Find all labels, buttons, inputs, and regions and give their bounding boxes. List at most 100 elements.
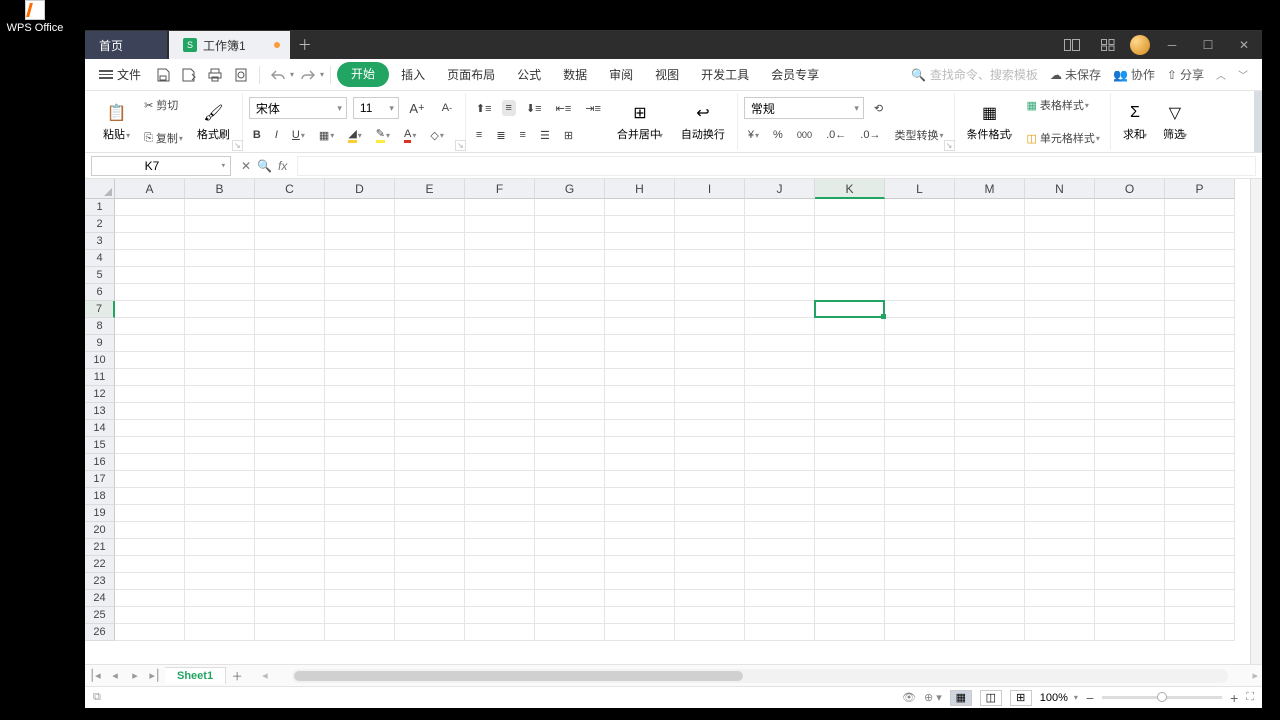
cell-B21[interactable] <box>185 539 255 556</box>
cell-J2[interactable] <box>745 216 815 233</box>
zoom-slider[interactable] <box>1102 696 1222 699</box>
cell-M15[interactable] <box>955 437 1025 454</box>
cell-A2[interactable] <box>115 216 185 233</box>
border-button[interactable]: ▦▾ <box>315 127 338 144</box>
cell-L17[interactable] <box>885 471 955 488</box>
cell-F18[interactable] <box>465 488 535 505</box>
cell-L15[interactable] <box>885 437 955 454</box>
cell-M8[interactable] <box>955 318 1025 335</box>
cell-C11[interactable] <box>255 369 325 386</box>
cell-D26[interactable] <box>325 624 395 641</box>
row-header-21[interactable]: 21 <box>85 539 115 556</box>
cell-D3[interactable] <box>325 233 395 250</box>
cell-E14[interactable] <box>395 420 465 437</box>
user-avatar[interactable] <box>1130 35 1150 55</box>
row-header-2[interactable]: 2 <box>85 216 115 233</box>
italic-button[interactable]: I <box>271 127 282 143</box>
row-header-14[interactable]: 14 <box>85 420 115 437</box>
cell-N2[interactable] <box>1025 216 1095 233</box>
tab-home[interactable]: 首页 <box>85 31 167 59</box>
cell-D14[interactable] <box>325 420 395 437</box>
col-header-E[interactable]: E <box>395 179 465 199</box>
menu-item-0[interactable]: 开始 <box>337 62 389 87</box>
font-size-select[interactable]: 11 <box>353 97 399 119</box>
cell-D23[interactable] <box>325 573 395 590</box>
cell-L10[interactable] <box>885 352 955 369</box>
cell-G16[interactable] <box>535 454 605 471</box>
cell-D22[interactable] <box>325 556 395 573</box>
col-header-O[interactable]: O <box>1095 179 1165 199</box>
cell-P3[interactable] <box>1165 233 1235 250</box>
font-color-button[interactable]: A▾ <box>400 126 420 145</box>
cell-B11[interactable] <box>185 369 255 386</box>
cell-D6[interactable] <box>325 284 395 301</box>
minimize-button[interactable]: ─ <box>1158 31 1186 59</box>
cell-M13[interactable] <box>955 403 1025 420</box>
cell-G4[interactable] <box>535 250 605 267</box>
row-header-6[interactable]: 6 <box>85 284 115 301</box>
menu-item-6[interactable]: 视图 <box>645 62 689 87</box>
cell-H5[interactable] <box>605 267 675 284</box>
cell-B5[interactable] <box>185 267 255 284</box>
cell-K11[interactable] <box>815 369 885 386</box>
cell-B10[interactable] <box>185 352 255 369</box>
cell-C13[interactable] <box>255 403 325 420</box>
cell-N4[interactable] <box>1025 250 1095 267</box>
cut-button[interactable]: ✂剪切 <box>140 95 187 115</box>
cell-L9[interactable] <box>885 335 955 352</box>
command-search[interactable]: 🔍 查找命令、搜索模板 <box>911 66 1038 83</box>
clipboard-dialog-launcher[interactable]: ↘ <box>232 140 243 151</box>
distribute-button[interactable]: ⊞ <box>560 127 577 144</box>
cell-L25[interactable] <box>885 607 955 624</box>
cell-O4[interactable] <box>1095 250 1165 267</box>
paste-button[interactable]: 📋 粘贴 ▾ <box>97 95 136 148</box>
cell-I3[interactable] <box>675 233 745 250</box>
cell-D20[interactable] <box>325 522 395 539</box>
cell-A25[interactable] <box>115 607 185 624</box>
cell-P5[interactable] <box>1165 267 1235 284</box>
cell-F4[interactable] <box>465 250 535 267</box>
cell-E1[interactable] <box>395 199 465 216</box>
cell-M11[interactable] <box>955 369 1025 386</box>
copy-button[interactable]: ⎘复制▾ <box>140 128 187 148</box>
cell-G13[interactable] <box>535 403 605 420</box>
increase-indent-button[interactable]: ⇥≡ <box>581 100 605 117</box>
normal-view-button[interactable]: ▦ <box>950 690 972 706</box>
redo-dropdown[interactable]: ▾ <box>320 70 324 79</box>
cell-I7[interactable] <box>675 301 745 318</box>
zoom-out-button[interactable]: − <box>1086 690 1094 706</box>
row-header-10[interactable]: 10 <box>85 352 115 369</box>
cell-O7[interactable] <box>1095 301 1165 318</box>
number-dialog-launcher[interactable]: ↘ <box>944 140 955 151</box>
hscroll-left[interactable]: ◂ <box>258 669 272 682</box>
decrease-font-button[interactable]: A- <box>435 98 459 118</box>
cell-A3[interactable] <box>115 233 185 250</box>
cell-D11[interactable] <box>325 369 395 386</box>
cell-J14[interactable] <box>745 420 815 437</box>
cell-D5[interactable] <box>325 267 395 284</box>
cell-F3[interactable] <box>465 233 535 250</box>
cell-A14[interactable] <box>115 420 185 437</box>
cell-F24[interactable] <box>465 590 535 607</box>
cell-P12[interactable] <box>1165 386 1235 403</box>
cell-L21[interactable] <box>885 539 955 556</box>
cell-L23[interactable] <box>885 573 955 590</box>
decrease-indent-button[interactable]: ⇤≡ <box>552 100 576 117</box>
cell-M14[interactable] <box>955 420 1025 437</box>
page-break-view-button[interactable]: ⊞ <box>1010 690 1032 706</box>
cell-D12[interactable] <box>325 386 395 403</box>
cell-L6[interactable] <box>885 284 955 301</box>
cell-I13[interactable] <box>675 403 745 420</box>
cell-C21[interactable] <box>255 539 325 556</box>
cell-L8[interactable] <box>885 318 955 335</box>
cell-L20[interactable] <box>885 522 955 539</box>
cell-O5[interactable] <box>1095 267 1165 284</box>
cell-J4[interactable] <box>745 250 815 267</box>
cell-O6[interactable] <box>1095 284 1165 301</box>
cell-A13[interactable] <box>115 403 185 420</box>
cell-L26[interactable] <box>885 624 955 641</box>
cell-L18[interactable] <box>885 488 955 505</box>
cell-A16[interactable] <box>115 454 185 471</box>
col-header-M[interactable]: M <box>955 179 1025 199</box>
cell-A26[interactable] <box>115 624 185 641</box>
